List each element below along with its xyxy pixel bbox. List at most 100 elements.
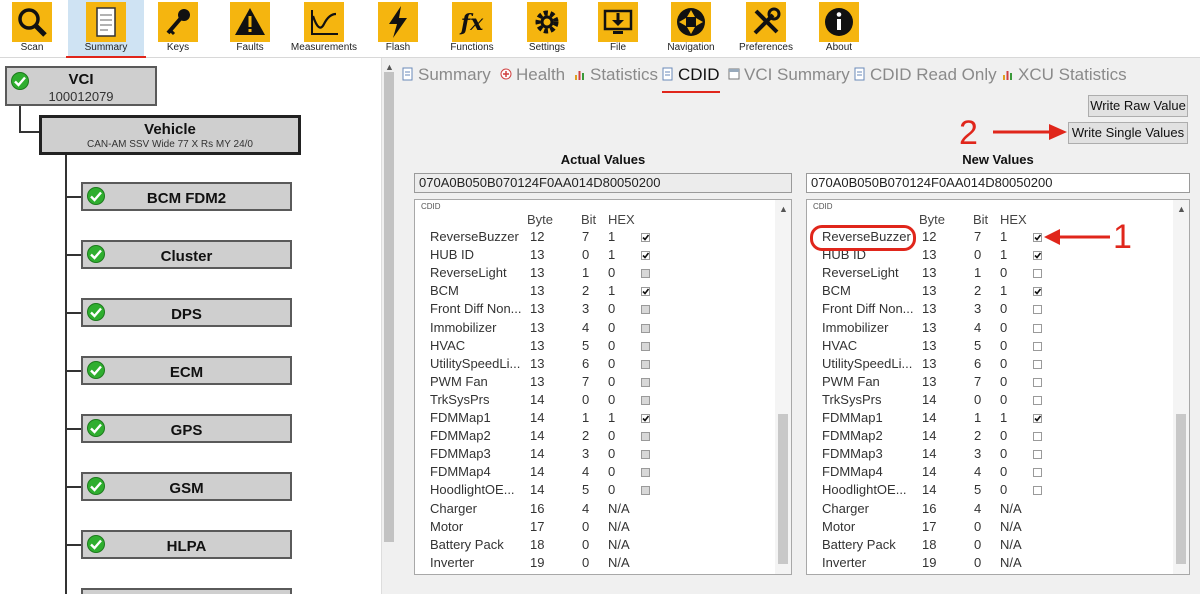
table-row[interactable]: Inverter 19 0 N/A <box>807 555 1171 573</box>
row-name: UtilitySpeedLi... <box>430 355 521 371</box>
tree-connector <box>65 370 81 372</box>
table-row[interactable]: TrkSysPrs 14 0 0 <box>807 392 1171 410</box>
toolbar-faults-button[interactable]: Faults <box>212 0 288 58</box>
table-row[interactable]: Charger 16 4 N/A <box>807 501 1171 519</box>
row-checkbox[interactable] <box>1033 432 1042 442</box>
row-checkbox[interactable] <box>1033 233 1042 242</box>
table-row[interactable]: FDMMap1 14 1 1 <box>807 410 1171 428</box>
toolbar-navigation-button[interactable]: Navigation <box>653 0 729 58</box>
row-name: BCM <box>430 283 459 299</box>
tree-connector <box>65 486 81 488</box>
row-checkbox[interactable] <box>1033 251 1042 261</box>
toolbar-about-button[interactable]: About <box>801 0 877 58</box>
row-checkbox[interactable] <box>1033 450 1042 460</box>
row-hex: N/A <box>1000 536 1022 552</box>
row-checkbox <box>641 323 650 333</box>
table-row[interactable]: FDMMap4 14 4 0 <box>807 464 1171 482</box>
row-checkbox[interactable] <box>1033 323 1042 333</box>
scrollbar-thumb[interactable] <box>1176 414 1186 564</box>
row-checkbox[interactable] <box>1033 287 1042 297</box>
table-row[interactable]: Battery Pack 18 0 N/A <box>807 537 1171 555</box>
row-byte: 13 <box>922 373 937 389</box>
table-row[interactable]: HVAC 13 5 0 <box>807 338 1171 356</box>
toolbar-label: About <box>825 42 853 53</box>
tab-xcu-statistics[interactable]: XCU Statistics <box>1002 65 1127 87</box>
info-icon <box>819 2 859 42</box>
tree-node-vci[interactable]: VCI 100012079 <box>5 66 157 106</box>
tree-node-vehicle[interactable]: Vehicle CAN-AM SSV Wide 77 X Rs MY 24/0 <box>39 115 301 155</box>
grid-scrollbar[interactable]: ▲ <box>1173 200 1189 574</box>
table-row[interactable]: PWM Fan 13 7 0 <box>807 374 1171 392</box>
tab-summary[interactable]: Summary <box>402 65 491 87</box>
table-row[interactable]: Immobilizer 13 4 0 <box>807 320 1171 338</box>
grid-scrollbar[interactable]: ▲ <box>775 200 791 574</box>
row-bit: 4 <box>974 500 982 516</box>
row-bit: 1 <box>582 265 590 281</box>
new-hex-field[interactable]: 070A0B050B070124F0AA014D80050200 <box>806 173 1190 193</box>
table-row[interactable]: ReverseLight 13 1 0 <box>807 265 1171 283</box>
scrollbar-thumb[interactable] <box>778 414 788 564</box>
row-bit: 0 <box>974 518 982 534</box>
grid-header: Byte Bit HEX <box>415 212 773 230</box>
write-single-values-button[interactable]: Write Single Values <box>1068 122 1188 144</box>
toolbar-summary-button[interactable]: Summary <box>66 0 146 59</box>
row-checkbox[interactable] <box>1033 359 1042 369</box>
row-byte: 14 <box>922 446 937 462</box>
table-row[interactable]: HoodlightOE... 14 5 0 <box>807 482 1171 500</box>
scroll-up-arrow-icon[interactable]: ▲ <box>1177 204 1186 214</box>
toolbar-file-button[interactable]: File <box>580 0 656 58</box>
row-name: PWM Fan <box>822 373 880 389</box>
toolbar-keys-button[interactable]: Keys <box>140 0 216 58</box>
row-checkbox[interactable] <box>1033 468 1042 478</box>
row-hex: 0 <box>608 319 616 335</box>
row-checkbox[interactable] <box>1033 395 1042 405</box>
row-name: FDMMap1 <box>822 410 883 425</box>
scroll-up-arrow-icon[interactable]: ▲ <box>385 62 394 72</box>
module-name: GSM <box>169 480 204 497</box>
table-row[interactable]: UtilitySpeedLi... 13 6 0 <box>807 356 1171 374</box>
row-checkbox[interactable] <box>1033 341 1042 351</box>
row-bit: 7 <box>582 373 590 389</box>
table-row[interactable]: FDMMap3 14 3 0 <box>807 446 1171 464</box>
tree-node-module[interactable]: ECM <box>81 356 292 385</box>
tab-cdid[interactable]: CDID <box>662 65 720 93</box>
tree-node-module[interactable]: Cluster <box>81 240 292 269</box>
tab-cdid-read-only[interactable]: CDID Read Only <box>854 65 997 87</box>
toolbar-settings-button[interactable]: Settings <box>509 0 585 58</box>
tab-statistics[interactable]: Statistics <box>574 65 658 87</box>
toolbar-scan-button[interactable]: Scan <box>0 0 70 58</box>
row-name: FDMMap2 <box>430 428 491 444</box>
tab-vci-summary[interactable]: VCI Summary <box>728 65 850 87</box>
toolbar-measurements-button[interactable]: Measurements <box>286 0 362 58</box>
tree-node-module-partial[interactable] <box>81 588 292 594</box>
table-row[interactable]: FDMMap2 14 2 0 <box>807 428 1171 446</box>
toolbar-preferences-button[interactable]: Preferences <box>728 0 804 58</box>
tree-node-module[interactable]: DPS <box>81 298 292 327</box>
row-hex: 0 <box>608 482 616 498</box>
row-checkbox[interactable] <box>1033 486 1042 496</box>
actual-hex-field: 070A0B050B070124F0AA014D80050200 <box>414 173 792 193</box>
tree-node-module[interactable]: GPS <box>81 414 292 443</box>
tab-health[interactable]: Health <box>500 65 565 87</box>
row-hex: 0 <box>1000 446 1008 462</box>
bar-chart-icon <box>1002 66 1014 80</box>
table-row[interactable]: BCM 13 2 1 <box>807 283 1171 301</box>
row-checkbox[interactable] <box>1033 377 1042 387</box>
row-hex: 0 <box>1000 373 1008 389</box>
row-checkbox[interactable] <box>1033 414 1042 423</box>
tree-node-module[interactable]: BCM FDM2 <box>81 182 292 211</box>
write-raw-value-button[interactable]: Write Raw Value <box>1088 95 1188 117</box>
table-row[interactable]: Motor 17 0 N/A <box>807 519 1171 537</box>
row-bit: 0 <box>582 554 590 570</box>
tree-node-module[interactable]: GSM <box>81 472 292 501</box>
scroll-up-arrow-icon[interactable]: ▲ <box>779 204 788 214</box>
tree-node-module[interactable]: HLPA <box>81 530 292 559</box>
toolbar-functions-button[interactable]: fx Functions <box>434 0 510 58</box>
row-checkbox[interactable] <box>1033 269 1042 279</box>
table-row[interactable]: Front Diff Non... 13 3 0 <box>807 301 1171 319</box>
row-hex: 1 <box>1000 247 1008 263</box>
toolbar-flash-button[interactable]: Flash <box>360 0 436 58</box>
scrollbar-thumb[interactable] <box>384 72 394 542</box>
tree-scrollbar[interactable]: ▲ <box>382 58 396 594</box>
row-checkbox[interactable] <box>1033 305 1042 315</box>
